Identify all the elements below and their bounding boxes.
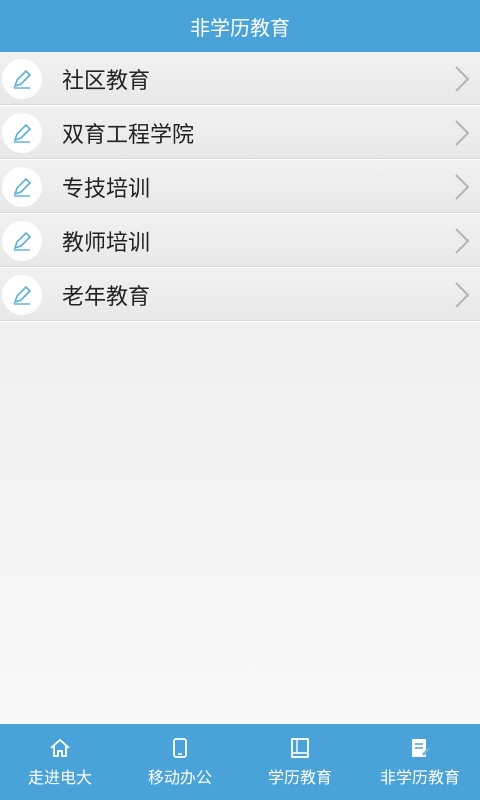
list-item-teacher-training[interactable]: 教师培训 <box>0 214 480 268</box>
list-item-label: 双育工程学院 <box>62 122 195 148</box>
notepad-pen-icon <box>412 739 431 757</box>
chevron-right-icon <box>455 120 470 146</box>
chevron-right-icon <box>455 66 470 92</box>
bottom-tab-bar: 走进电大 移动办公 学历教育 非学历教育 <box>0 724 480 800</box>
chevron-right-icon <box>455 282 470 308</box>
chevron-right-icon <box>455 228 470 254</box>
pencil-icon <box>2 220 42 261</box>
pencil-icon <box>2 58 42 99</box>
list-item-community-education[interactable]: 社区教育 <box>0 52 480 106</box>
app-header: 非学历教育 <box>0 0 480 52</box>
list-item-label: 老年教育 <box>62 284 151 310</box>
list-item-senior-education[interactable]: 老年教育 <box>0 268 480 322</box>
tab-degree-education[interactable]: 学历教育 <box>240 724 360 800</box>
phone-icon <box>173 738 187 758</box>
pencil-icon <box>2 112 42 153</box>
tab-non-degree-education[interactable]: 非学历教育 <box>360 724 480 800</box>
list-item-label: 专技培训 <box>62 176 151 202</box>
list-item-label: 社区教育 <box>62 68 151 94</box>
pencil-icon <box>2 274 42 315</box>
book-icon <box>291 738 309 758</box>
tab-label: 走进电大 <box>27 768 92 787</box>
page-title: 非学历教育 <box>190 15 290 40</box>
tab-label: 非学历教育 <box>379 768 460 787</box>
chevron-right-icon <box>455 174 470 200</box>
list-item-label: 教师培训 <box>62 230 151 256</box>
home-icon <box>50 738 70 757</box>
pencil-icon <box>2 166 42 207</box>
tab-label: 学历教育 <box>267 768 332 787</box>
tab-label: 移动办公 <box>147 768 212 787</box>
list-item-professional-training[interactable]: 专技培训 <box>0 160 480 214</box>
category-list: 社区教育 双育工程学院 专技培训 教师培训 老年教育 <box>0 52 480 322</box>
tab-mobile-office[interactable]: 移动办公 <box>120 724 240 800</box>
tab-about-university[interactable]: 走进电大 <box>0 724 120 800</box>
list-item-dual-education-college[interactable]: 双育工程学院 <box>0 106 480 160</box>
